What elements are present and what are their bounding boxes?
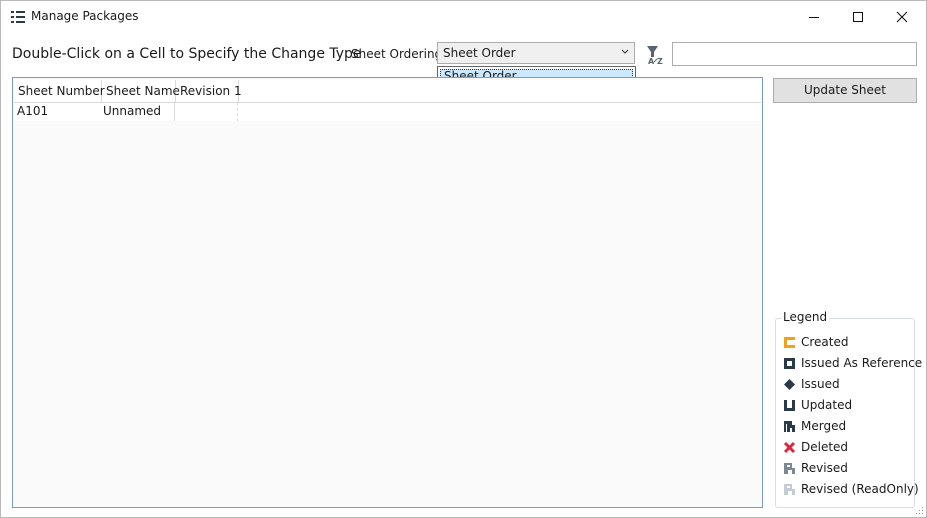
- deleted-icon: [783, 441, 796, 453]
- sheet-ordering-combobox[interactable]: Sheet Order: [437, 42, 635, 64]
- legend-item-updated: Updated: [783, 396, 852, 414]
- sheet-ordering-value: Sheet Order: [443, 46, 516, 60]
- legend-item-created: Created: [783, 333, 849, 351]
- merged-icon: [784, 420, 795, 432]
- sheet-ordering-label: Sheet Ordering: [351, 47, 443, 61]
- update-sheet-button[interactable]: Update Sheet: [773, 78, 917, 103]
- cell-revision-1[interactable]: [174, 103, 238, 121]
- svg-text:Z: Z: [657, 57, 663, 65]
- close-icon: [896, 11, 908, 22]
- sort-filter-az-icon[interactable]: Z A: [646, 45, 666, 65]
- legend-label: Updated: [801, 398, 853, 412]
- chevron-down-icon: [621, 49, 629, 54]
- table-row[interactable]: A101 Unnamed: [14, 103, 761, 121]
- maximize-icon: [853, 11, 863, 22]
- legend-label: Issued As Reference: [801, 356, 923, 370]
- legend-item-revised: Revised: [783, 459, 848, 477]
- sheets-grid[interactable]: Sheet Number Sheet Name Revision 1 A101 …: [12, 77, 763, 508]
- legend-item-issued: Issued: [783, 375, 840, 393]
- maximize-button[interactable]: [835, 1, 881, 32]
- legend-item-deleted: Deleted: [783, 438, 848, 456]
- grid-header-row: Sheet Number Sheet Name Revision 1: [14, 80, 761, 103]
- close-button[interactable]: [879, 1, 925, 32]
- legend-item-revised-readonly: Revised (ReadOnly): [783, 480, 919, 498]
- minimize-icon: [809, 16, 819, 18]
- window-title: Manage Packages: [31, 9, 139, 23]
- cell-sheet-name[interactable]: Unnamed: [100, 103, 174, 121]
- legend-label: Revised: [801, 461, 848, 475]
- legend-label: Revised (ReadOnly): [801, 482, 919, 496]
- title-bar[interactable]: Manage Packages: [1, 1, 926, 32]
- issued-as-reference-icon: [784, 357, 795, 369]
- svg-text:A: A: [648, 57, 655, 65]
- revised-readonly-icon: [784, 483, 795, 495]
- list-icon: [11, 11, 25, 23]
- legend-title: Legend: [781, 310, 830, 324]
- created-icon: [784, 336, 795, 348]
- manage-packages-window: Manage Packages Double-Click on a Cell t…: [0, 0, 927, 518]
- minimize-button[interactable]: [791, 1, 837, 32]
- legend-label: Created: [801, 335, 849, 349]
- column-header-revision-1[interactable]: Revision 1: [176, 80, 242, 102]
- cell-sheet-number[interactable]: A101: [14, 103, 102, 121]
- revised-icon: [784, 462, 795, 474]
- column-header-sheet-number[interactable]: Sheet Number: [14, 80, 105, 102]
- legend-item-merged: Merged: [783, 417, 846, 435]
- resize-grip-icon[interactable]: [914, 505, 924, 515]
- updated-icon: [784, 399, 795, 411]
- legend-label: Deleted: [801, 440, 849, 454]
- search-input[interactable]: [672, 42, 917, 66]
- legend-label: Issued: [801, 377, 840, 391]
- legend-item-issued-as-reference: Issued As Reference: [783, 354, 922, 372]
- legend-label: Merged: [801, 419, 847, 433]
- instruction-text: Double-Click on a Cell to Specify the Ch…: [12, 46, 362, 62]
- issued-icon: [784, 378, 795, 390]
- column-header-sheet-name[interactable]: Sheet Name: [102, 80, 180, 102]
